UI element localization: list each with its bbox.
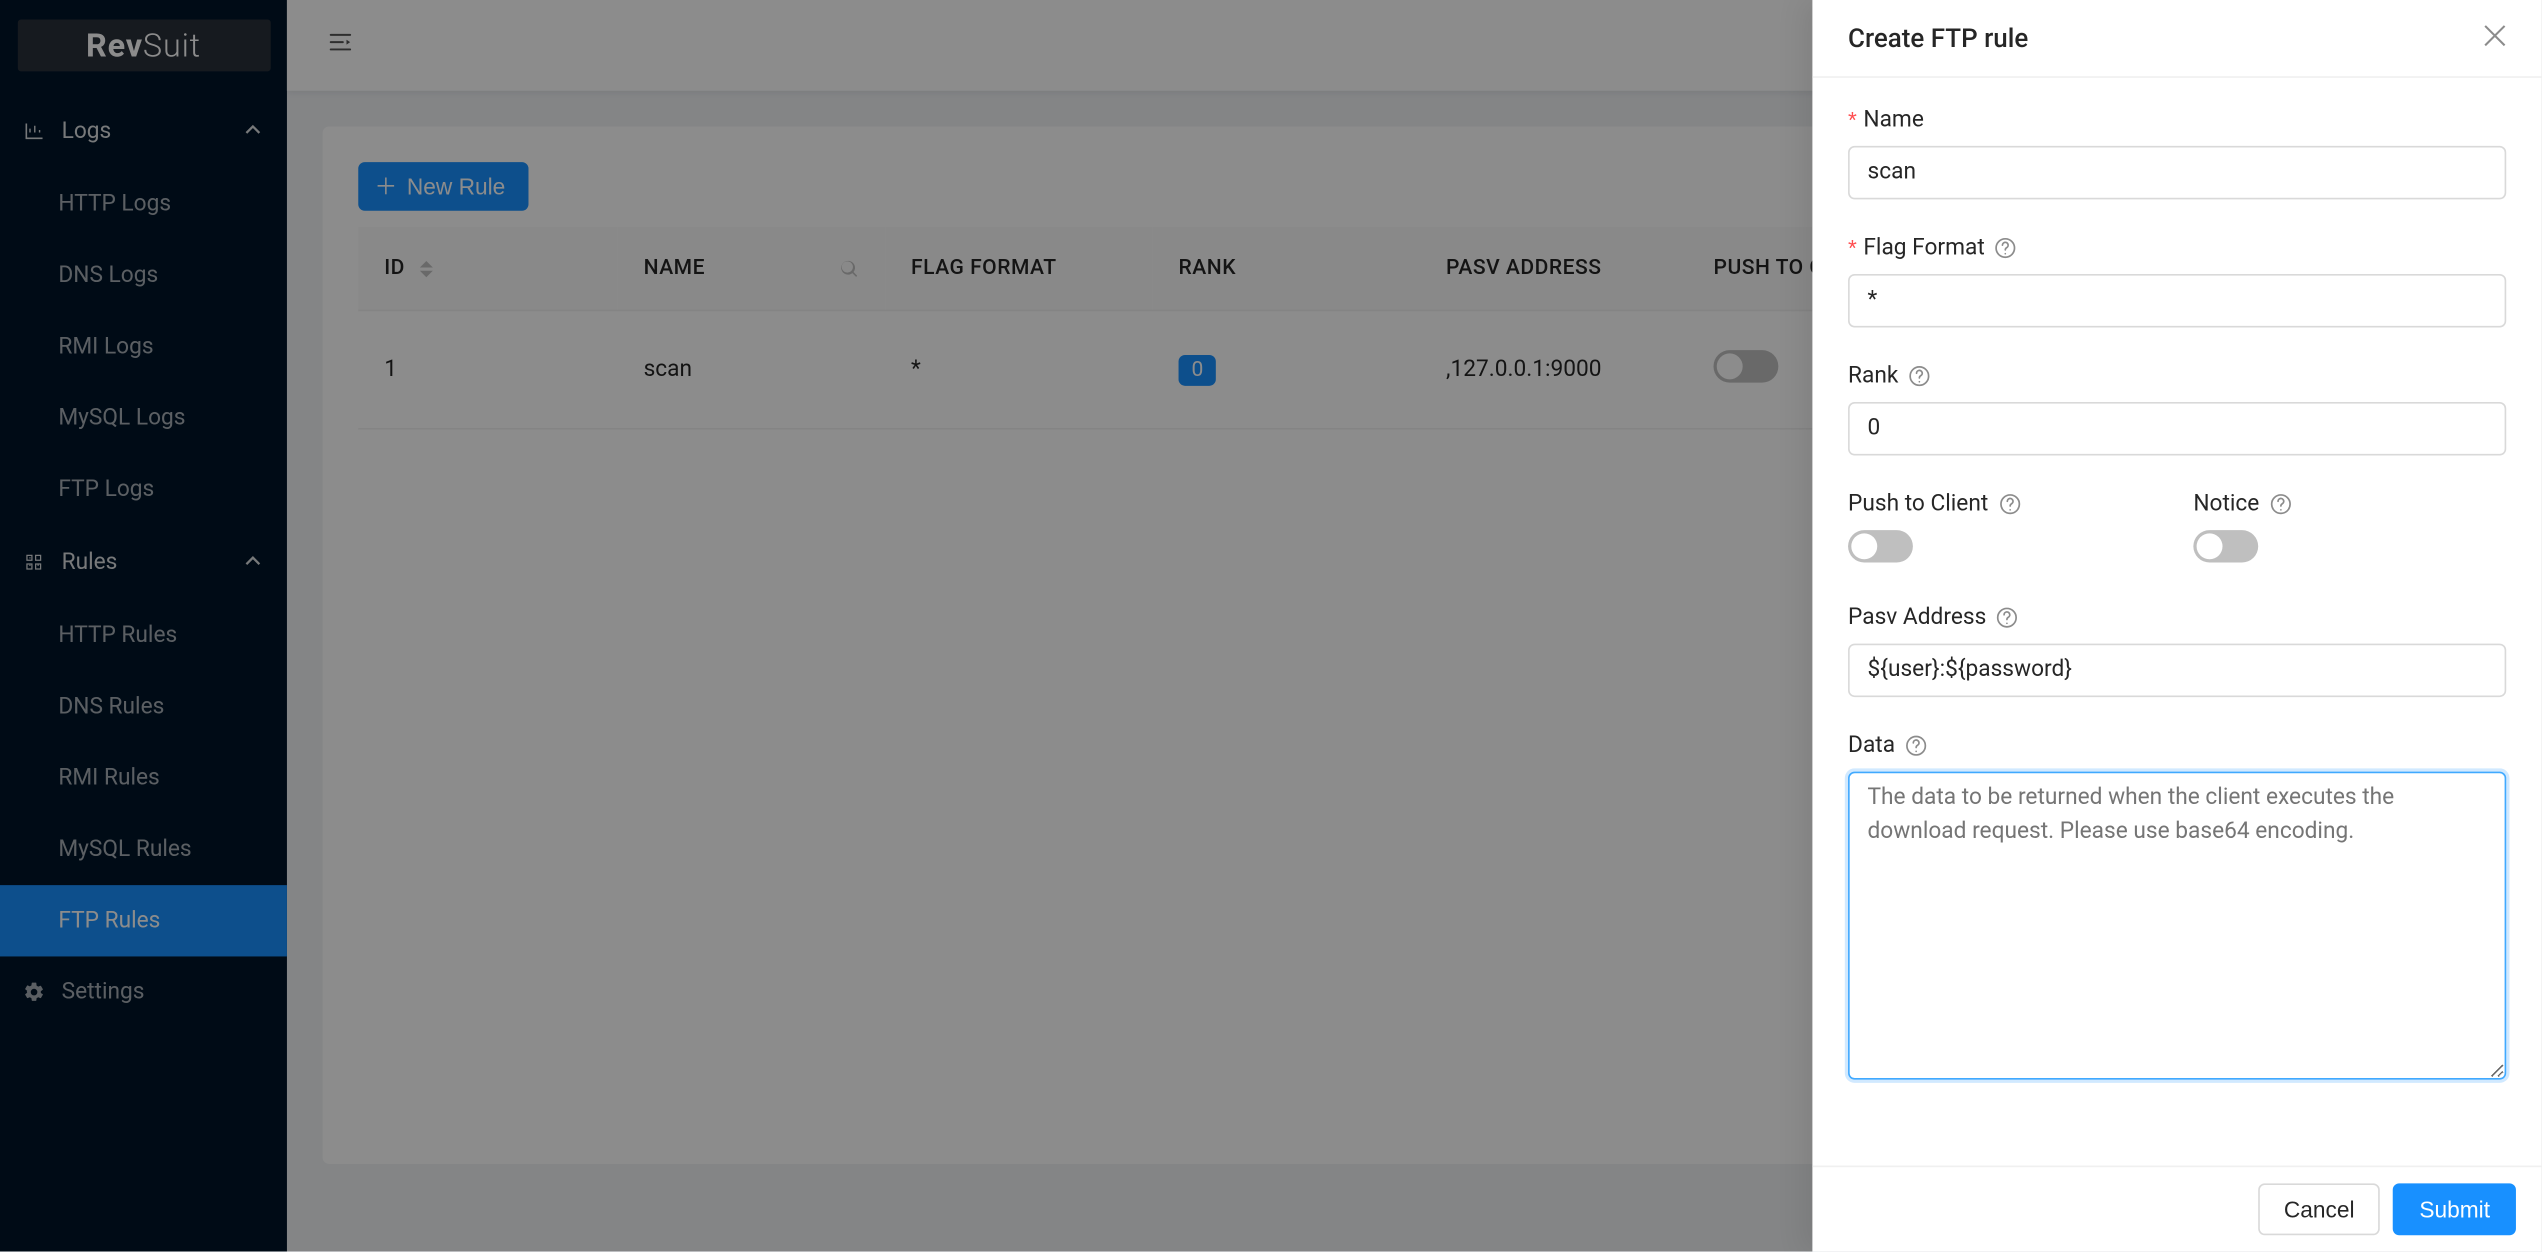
cancel-button[interactable]: Cancel [2258,1183,2381,1235]
flag-format-label-text: Flag Format [1863,235,1984,261]
data-label: Data [1848,733,2506,759]
pasv-address-input[interactable] [1848,644,2506,697]
push-to-client-label: Push to Client [1848,491,2161,517]
rank-label-text: Rank [1848,363,1898,389]
notice-label-text: Notice [2193,491,2259,517]
flag-format-label: *Flag Format [1848,235,2506,261]
name-input[interactable] [1848,146,2506,199]
help-icon[interactable] [1908,365,1931,388]
name-label: *Name [1848,107,2506,133]
help-icon[interactable] [1995,237,2018,260]
name-label-text: Name [1863,107,1923,133]
rank-input[interactable] [1848,402,2506,455]
help-icon[interactable] [1996,606,2019,629]
help-icon[interactable] [1998,493,2021,516]
rank-label: Rank [1848,363,2506,389]
notice-switch[interactable] [2193,530,2258,562]
data-textarea[interactable] [1848,772,2506,1080]
drawer-title: Create FTP rule [1848,23,2028,54]
create-ftp-rule-drawer: Create FTP rule *Name *Flag Format Rank [1812,0,2541,1251]
pasv-address-label-text: Pasv Address [1848,605,1986,631]
help-icon[interactable] [2269,493,2292,516]
close-icon[interactable] [2484,24,2507,53]
pasv-address-label: Pasv Address [1848,605,2506,631]
push-to-client-label-text: Push to Client [1848,491,1988,517]
help-icon[interactable] [1905,734,1928,757]
data-label-text: Data [1848,733,1895,759]
notice-label: Notice [2193,491,2506,517]
push-to-client-switch[interactable] [1848,530,1913,562]
flag-format-input[interactable] [1848,274,2506,327]
submit-button[interactable]: Submit [2393,1183,2516,1235]
